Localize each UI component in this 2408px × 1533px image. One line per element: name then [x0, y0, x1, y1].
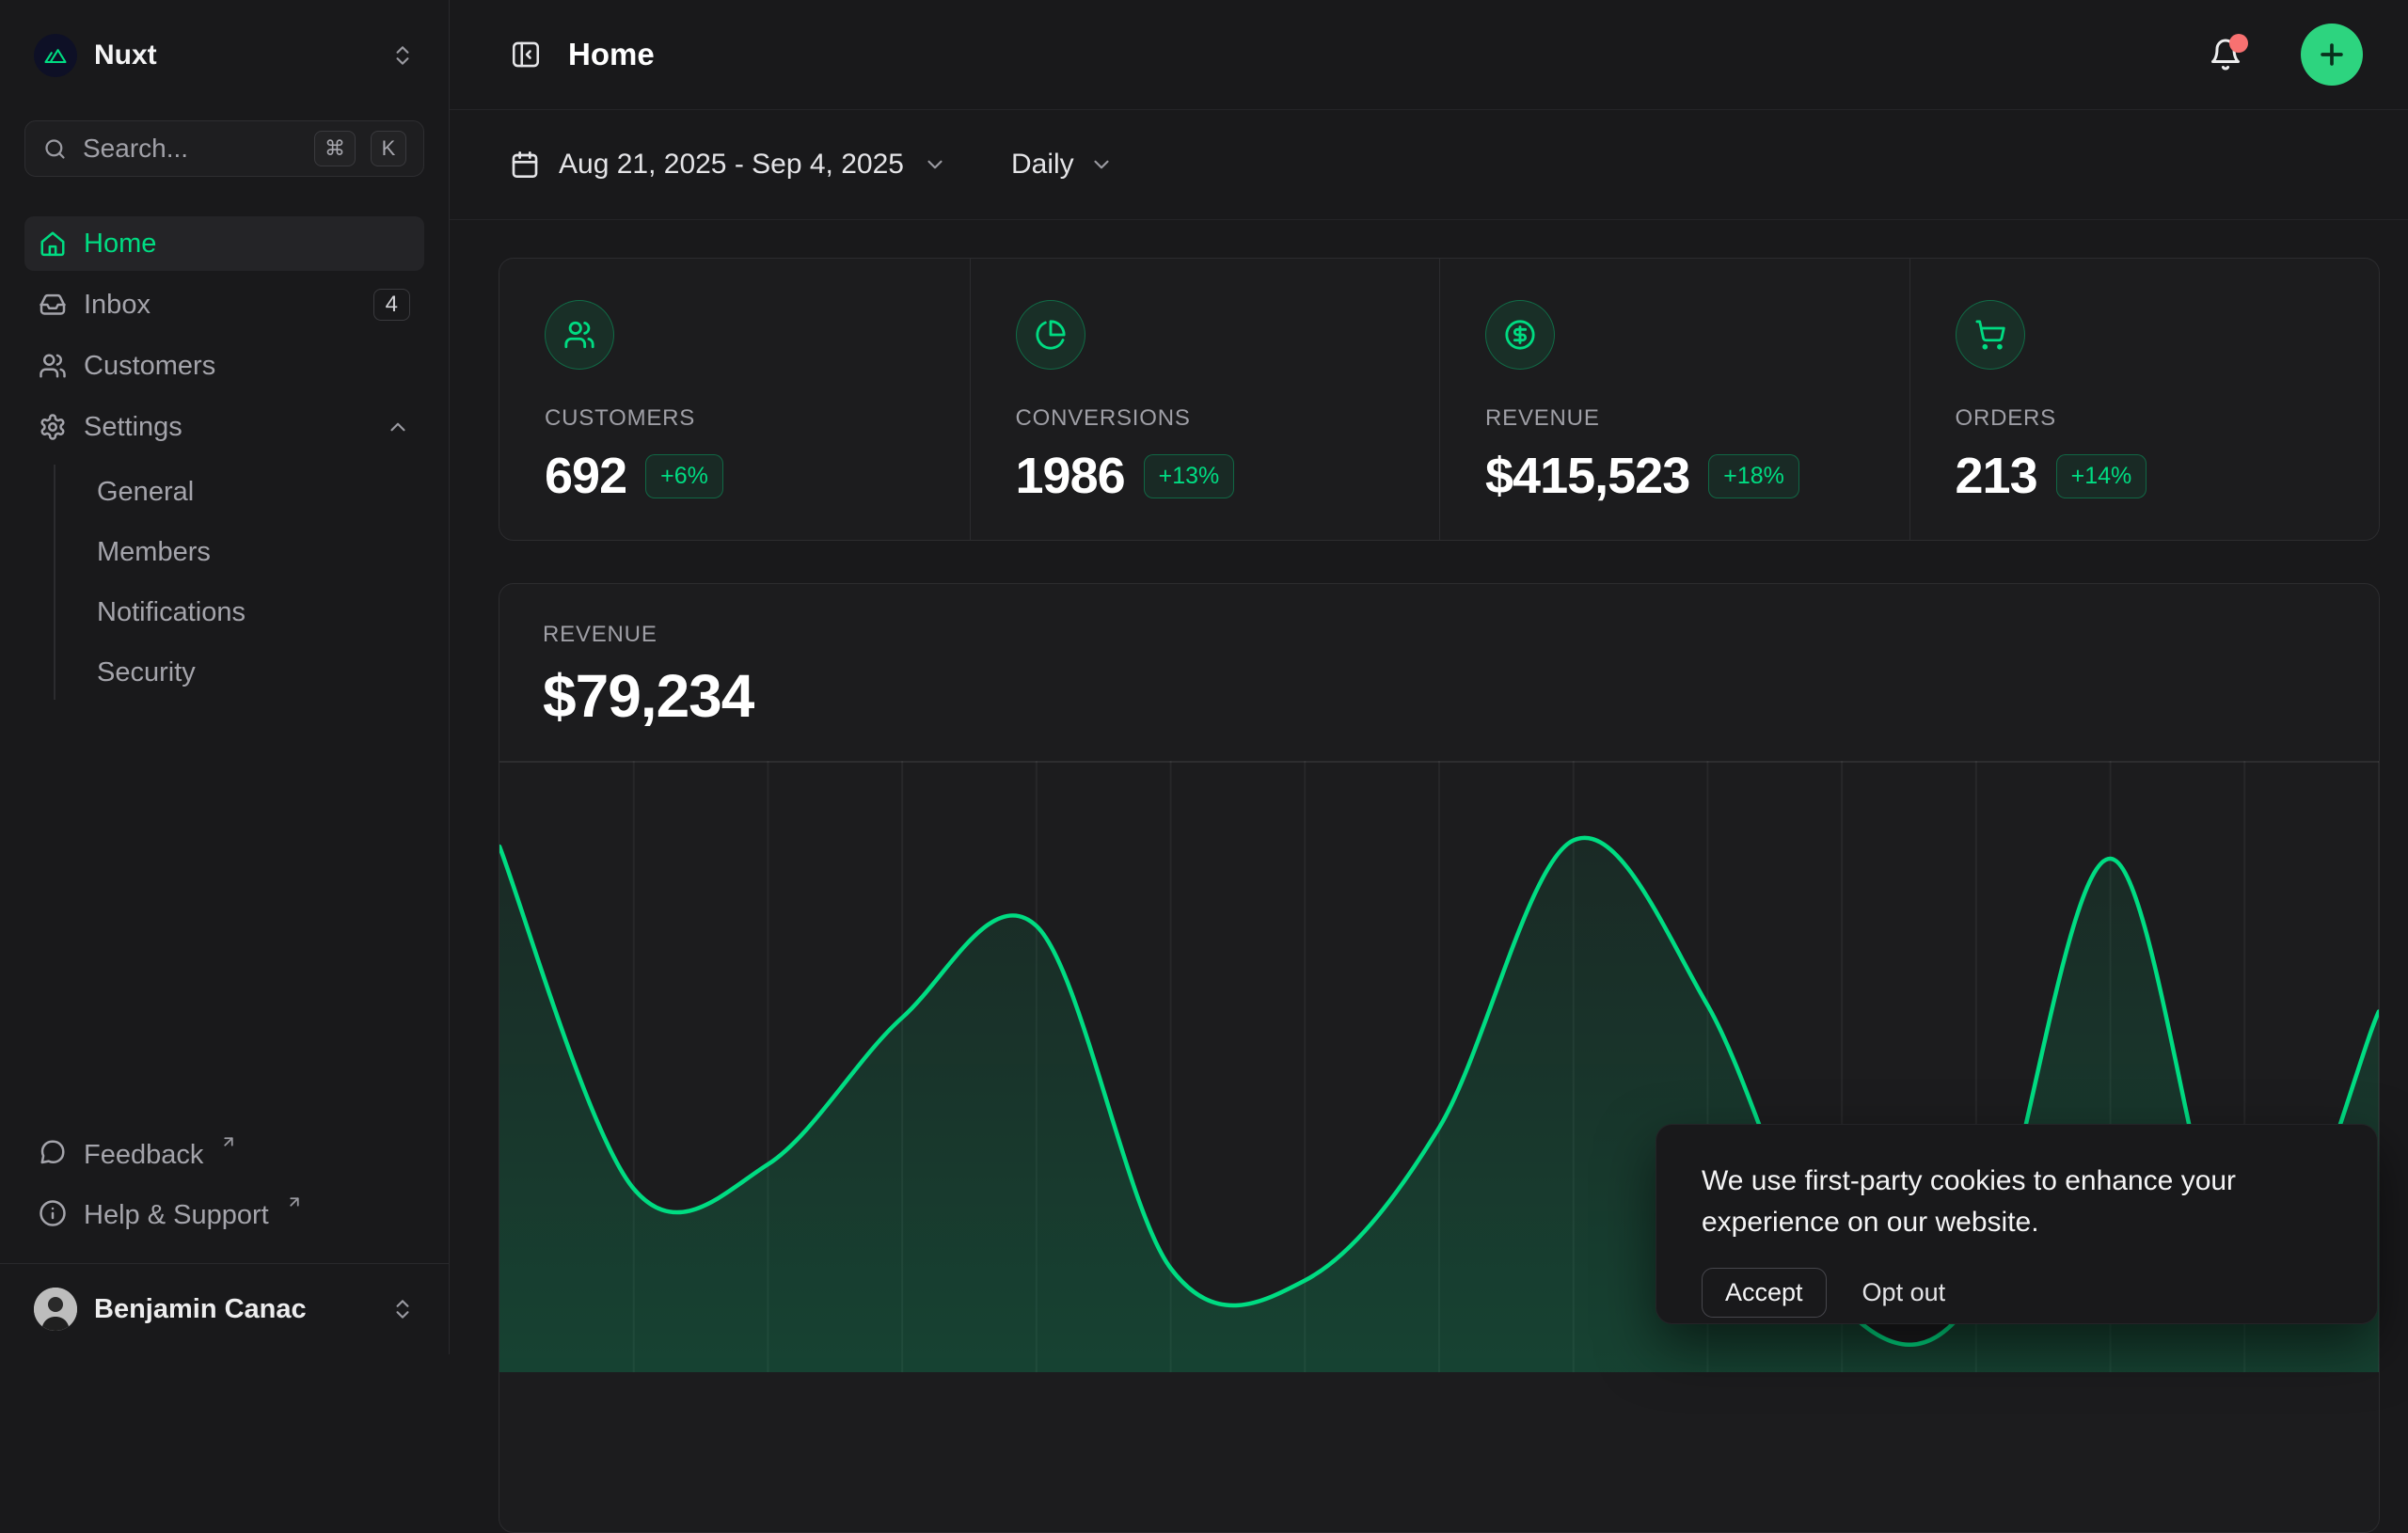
toolbar: Aug 21, 2025 - Sep 4, 2025 Daily — [450, 110, 2408, 220]
date-range-picker[interactable]: Aug 21, 2025 - Sep 4, 2025 — [510, 149, 947, 181]
sidebar-item-customers[interactable]: Customers — [24, 339, 424, 393]
chat-bubble-icon — [39, 1139, 67, 1167]
stat-value: 213 — [1956, 447, 2037, 505]
main-header: Home — [450, 0, 2408, 110]
granularity-select[interactable]: Daily — [1011, 149, 1114, 181]
cookie-banner: We use first-party cookies to enhance yo… — [1656, 1124, 2378, 1324]
cookie-message: We use first-party cookies to enhance yo… — [1702, 1161, 2304, 1243]
sidebar-item-label: Settings — [84, 412, 369, 443]
nuxt-logo-icon — [34, 34, 77, 77]
chevron-down-icon — [923, 152, 947, 177]
feedback-label: Feedback — [84, 1139, 203, 1171]
sidebar: Nuxt Search... ⌘ K Home — [0, 0, 450, 1354]
stat-orders[interactable]: ORDERS 213 +14% — [1909, 259, 2380, 541]
users-icon — [39, 352, 67, 380]
cookie-optout-button[interactable]: Opt out — [1862, 1278, 1946, 1307]
sidebar-item-home[interactable]: Home — [24, 216, 424, 271]
sidebar-item-label: Inbox — [84, 290, 356, 321]
search-placeholder: Search... — [83, 134, 299, 164]
users-icon — [545, 300, 614, 370]
shopping-cart-icon — [1956, 300, 2025, 370]
help-support-link[interactable]: Help & Support — [24, 1188, 424, 1242]
stat-delta-badge: +6% — [645, 454, 723, 498]
kbd-k: K — [371, 131, 406, 166]
stat-value: 1986 — [1016, 447, 1125, 505]
user-menu[interactable]: Benjamin Canac — [0, 1263, 449, 1354]
stat-value: 692 — [545, 447, 626, 505]
page-title: Home — [568, 37, 2182, 72]
workspace-switcher[interactable]: Nuxt — [24, 24, 424, 87]
stat-conversions[interactable]: CONVERSIONS 1986 +13% — [970, 259, 1440, 541]
sidebar-item-settings[interactable]: Settings — [24, 400, 424, 454]
circle-dollar-icon — [1485, 300, 1555, 370]
help-support-label: Help & Support — [84, 1199, 269, 1231]
user-name: Benjamin Canac — [94, 1294, 373, 1325]
revenue-chart-value: $79,234 — [543, 661, 2336, 731]
notifications-bell-icon[interactable] — [2209, 38, 2242, 71]
search-icon — [42, 136, 68, 162]
sidebar-item-inbox[interactable]: Inbox 4 — [24, 277, 424, 332]
sidebar-item-general[interactable]: General — [84, 465, 424, 519]
inbox-icon — [39, 291, 67, 319]
calendar-icon — [510, 150, 540, 180]
stat-label: CUSTOMERS — [545, 405, 925, 432]
add-button[interactable] — [2301, 24, 2363, 86]
external-link-icon — [220, 1133, 237, 1150]
stats-card: CUSTOMERS 692 +6% CONVERSIONS 1986 +13% … — [499, 258, 2380, 541]
kbd-cmd: ⌘ — [314, 131, 356, 166]
sidebar-item-security[interactable]: Security — [84, 645, 424, 700]
cookie-accept-button[interactable]: Accept — [1702, 1268, 1827, 1318]
chevron-up-icon — [386, 415, 410, 439]
stat-delta-badge: +18% — [1708, 454, 1799, 498]
pie-chart-icon — [1016, 300, 1085, 370]
sidebar-footer: Feedback Help & Support — [0, 1128, 449, 1263]
stat-value: $415,523 — [1485, 447, 1689, 505]
gear-icon — [39, 413, 67, 441]
stat-delta-badge: +14% — [2056, 454, 2147, 498]
granularity-value: Daily — [1011, 149, 1074, 181]
stat-label: CONVERSIONS — [1016, 405, 1395, 432]
info-circle-icon — [39, 1199, 67, 1227]
chevrons-up-down-icon — [390, 1297, 415, 1321]
settings-sub-list: General Members Notifications Security — [54, 465, 424, 700]
revenue-chart-label: REVENUE — [543, 622, 2336, 648]
revenue-chart-card: REVENUE $79,234 — [499, 583, 2380, 1533]
sidebar-item-label: Customers — [84, 351, 410, 382]
chevrons-up-down-icon — [390, 43, 415, 68]
inbox-count-badge: 4 — [373, 289, 410, 321]
sidebar-collapse-icon[interactable] — [510, 39, 542, 71]
stat-label: ORDERS — [1956, 405, 2335, 432]
feedback-link[interactable]: Feedback — [24, 1128, 424, 1182]
stat-delta-badge: +13% — [1144, 454, 1235, 498]
date-range-value: Aug 21, 2025 - Sep 4, 2025 — [559, 149, 904, 181]
search-input[interactable]: Search... ⌘ K — [24, 120, 424, 177]
stat-customers[interactable]: CUSTOMERS 692 +6% — [499, 259, 970, 541]
workspace-name: Nuxt — [94, 40, 373, 71]
chevron-down-icon — [1089, 152, 1114, 177]
sidebar-item-label: Home — [84, 229, 410, 260]
stat-label: REVENUE — [1485, 405, 1864, 432]
sidebar-nav: Home Inbox 4 Customers Settings — [24, 216, 424, 700]
notification-dot — [2229, 34, 2248, 53]
sidebar-item-notifications[interactable]: Notifications — [84, 585, 424, 640]
avatar — [34, 1288, 77, 1331]
home-icon — [39, 229, 67, 258]
sidebar-item-members[interactable]: Members — [84, 525, 424, 579]
external-link-icon — [286, 1193, 303, 1210]
stat-revenue[interactable]: REVENUE $415,523 +18% — [1439, 259, 1909, 541]
